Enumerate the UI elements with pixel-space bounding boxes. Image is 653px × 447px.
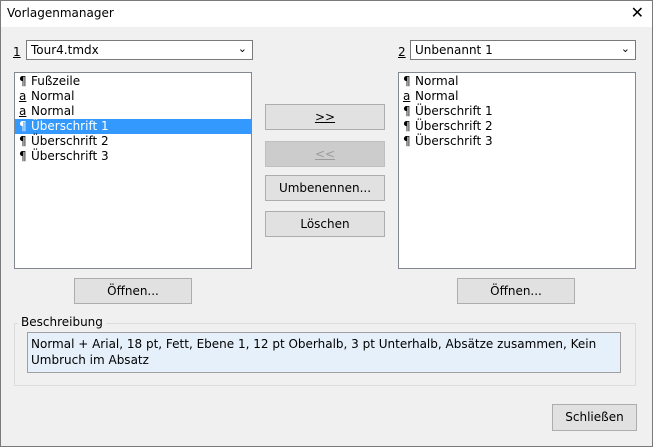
chevron-down-icon: ⌄ bbox=[237, 42, 247, 55]
list-item[interactable]: ¶ Überschrift 2 bbox=[403, 119, 493, 134]
paragraph-style-icon: ¶ bbox=[19, 134, 27, 148]
character-style-icon: a bbox=[403, 89, 411, 103]
left-panel-number: 1 bbox=[13, 45, 21, 59]
left-open-button[interactable]: Öffnen... bbox=[74, 278, 192, 304]
list-item[interactable]: a Normal bbox=[403, 89, 458, 104]
list-item[interactable]: ¶ Normal bbox=[403, 74, 458, 89]
window-title: Vorlagenmanager bbox=[7, 6, 114, 20]
right-styles-list[interactable]: ¶ Normal a Normal ¶ Überschrift 1 ¶ Überschr… bbox=[398, 72, 636, 269]
left-template-dropdown[interactable]: Tour4.tmdx ⌄ bbox=[26, 40, 253, 60]
right-template-dropdown[interactable]: Unbenannt 1 ⌄ bbox=[410, 40, 636, 60]
title-bar: Vorlagenmanager ✕ bbox=[1, 1, 652, 27]
close-button[interactable]: Schließen bbox=[552, 404, 637, 431]
character-style-icon: a bbox=[19, 104, 27, 118]
list-item[interactable]: a Normal bbox=[19, 104, 74, 119]
list-item[interactable]: ¶ Überschrift 2 bbox=[19, 134, 109, 149]
list-item[interactable]: ¶ Fußzeile bbox=[19, 74, 80, 89]
description-label: Beschreibung bbox=[18, 315, 106, 329]
list-item[interactable]: a Normal bbox=[19, 89, 74, 104]
paragraph-style-icon: ¶ bbox=[403, 134, 411, 148]
copy-left-button[interactable]: << bbox=[265, 141, 385, 167]
left-styles-list[interactable]: ¶ Fußzeile a Normal a Normal ¶ Überschrift 1… bbox=[14, 72, 252, 269]
right-panel-number: 2 bbox=[398, 45, 406, 59]
paragraph-style-icon: ¶ bbox=[19, 74, 27, 88]
list-item-selected[interactable]: ¶ Überschrift 1 bbox=[15, 119, 251, 134]
paragraph-style-icon: ¶ bbox=[19, 149, 27, 163]
list-item[interactable]: ¶ Überschrift 3 bbox=[19, 149, 109, 164]
close-icon[interactable]: ✕ bbox=[631, 4, 644, 22]
character-style-icon: a bbox=[19, 89, 27, 103]
list-item[interactable]: ¶ Überschrift 1 bbox=[403, 104, 493, 119]
delete-button[interactable]: Löschen bbox=[265, 211, 385, 237]
rename-button[interactable]: Umbenennen... bbox=[265, 175, 385, 201]
list-item[interactable]: ¶ Überschrift 3 bbox=[403, 134, 493, 149]
chevron-down-icon: ⌄ bbox=[620, 42, 630, 55]
description-text: Normal + Arial, 18 pt, Fett, Ebene 1, 12… bbox=[27, 332, 621, 373]
right-dropdown-value: Unbenannt 1 bbox=[415, 43, 493, 57]
left-dropdown-value: Tour4.tmdx bbox=[31, 43, 99, 57]
paragraph-style-icon: ¶ bbox=[403, 74, 411, 88]
paragraph-style-icon: ¶ bbox=[19, 119, 27, 133]
paragraph-style-icon: ¶ bbox=[403, 119, 411, 133]
copy-right-button[interactable]: >> bbox=[265, 104, 385, 130]
paragraph-style-icon: ¶ bbox=[403, 104, 411, 118]
right-open-button[interactable]: Öffnen... bbox=[457, 278, 575, 304]
template-manager-dialog: Vorlagenmanager ✕ 1 Tour4.tmdx ⌄ ¶ Fußzei… bbox=[0, 0, 653, 447]
